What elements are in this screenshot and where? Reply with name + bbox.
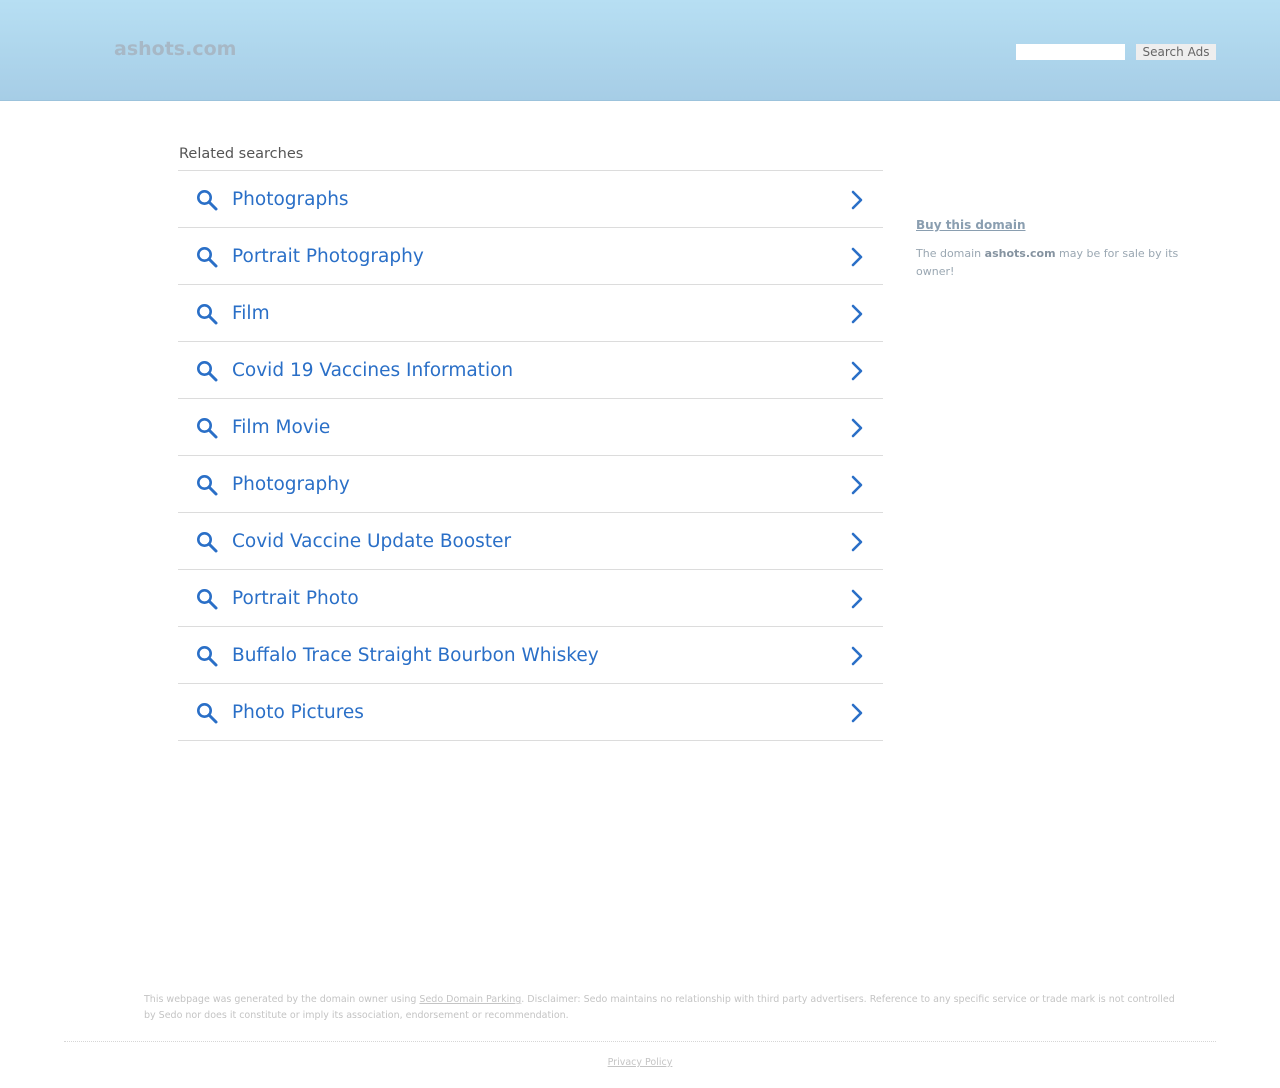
related-search-item[interactable]: Covid 19 Vaccines Information bbox=[178, 342, 883, 399]
related-search-item[interactable]: Photographs bbox=[178, 171, 883, 228]
related-search-item[interactable]: Buffalo Trace Straight Bourbon Whiskey bbox=[178, 627, 883, 684]
related-search-label: Film bbox=[232, 303, 270, 324]
related-search-label: Photography bbox=[232, 474, 350, 495]
chevron-right-icon bbox=[851, 190, 863, 210]
sedo-parking-link[interactable]: Sedo Domain Parking bbox=[419, 994, 521, 1005]
related-search-label: Portrait Photo bbox=[232, 588, 359, 609]
site-logo[interactable]: ashots.com bbox=[114, 38, 236, 60]
search-icon bbox=[197, 304, 218, 325]
related-search-label: Buffalo Trace Straight Bourbon Whiskey bbox=[232, 645, 599, 666]
header-bar: ashots.com Search Ads bbox=[0, 0, 1280, 101]
search-icon bbox=[197, 703, 218, 724]
search-ads-button[interactable]: Search Ads bbox=[1136, 44, 1216, 60]
related-search-label: Covid 19 Vaccines Information bbox=[232, 360, 514, 381]
chevron-right-icon bbox=[851, 646, 863, 666]
search-icon bbox=[197, 418, 218, 439]
related-search-item[interactable]: Film bbox=[178, 285, 883, 342]
search-icon bbox=[197, 247, 218, 268]
disclaimer-prefix: This webpage was generated by the domain… bbox=[144, 994, 420, 1005]
buy-domain-link[interactable]: Buy this domain bbox=[916, 218, 1026, 232]
related-search-item[interactable]: Photography bbox=[178, 456, 883, 513]
sale-text-prefix: The domain bbox=[916, 247, 985, 260]
search-icon bbox=[197, 475, 218, 496]
related-search-item[interactable]: Photo Pictures bbox=[178, 684, 883, 741]
disclaimer: This webpage was generated by the domain… bbox=[144, 992, 1184, 1024]
related-searches-title: Related searches bbox=[179, 146, 304, 162]
chevron-right-icon bbox=[851, 589, 863, 609]
related-search-label: Photo Pictures bbox=[232, 702, 364, 723]
related-search-item[interactable]: Covid Vaccine Update Booster bbox=[178, 513, 883, 570]
related-search-item[interactable]: Portrait Photography bbox=[178, 228, 883, 285]
related-search-label: Covid Vaccine Update Booster bbox=[232, 531, 512, 552]
search-icon bbox=[197, 646, 218, 667]
related-search-item[interactable]: Film Movie bbox=[178, 399, 883, 456]
search-input[interactable] bbox=[1016, 44, 1125, 60]
chevron-right-icon bbox=[851, 304, 863, 324]
privacy-policy-link[interactable]: Privacy Policy bbox=[608, 1057, 673, 1068]
search-icon bbox=[197, 532, 218, 553]
chevron-right-icon bbox=[851, 532, 863, 552]
domain-sale-text: The domain ashots.com may be for sale by… bbox=[916, 245, 1196, 281]
related-search-label: Photographs bbox=[232, 189, 349, 210]
related-search-label: Portrait Photography bbox=[232, 246, 424, 267]
chevron-right-icon bbox=[851, 247, 863, 267]
related-searches-list: Photographs Portrait Photography Film Co… bbox=[178, 170, 883, 741]
related-search-item[interactable]: Portrait Photo bbox=[178, 570, 883, 627]
chevron-right-icon bbox=[851, 703, 863, 723]
related-search-label: Film Movie bbox=[232, 417, 331, 438]
search-icon bbox=[197, 190, 218, 211]
search-icon bbox=[197, 361, 218, 382]
chevron-right-icon bbox=[851, 418, 863, 438]
footer-divider bbox=[64, 1041, 1216, 1042]
privacy-container: Privacy Policy bbox=[0, 1057, 1280, 1068]
search-icon bbox=[197, 589, 218, 610]
domain-name: ashots.com bbox=[984, 247, 1056, 260]
chevron-right-icon bbox=[851, 475, 863, 495]
chevron-right-icon bbox=[851, 361, 863, 381]
